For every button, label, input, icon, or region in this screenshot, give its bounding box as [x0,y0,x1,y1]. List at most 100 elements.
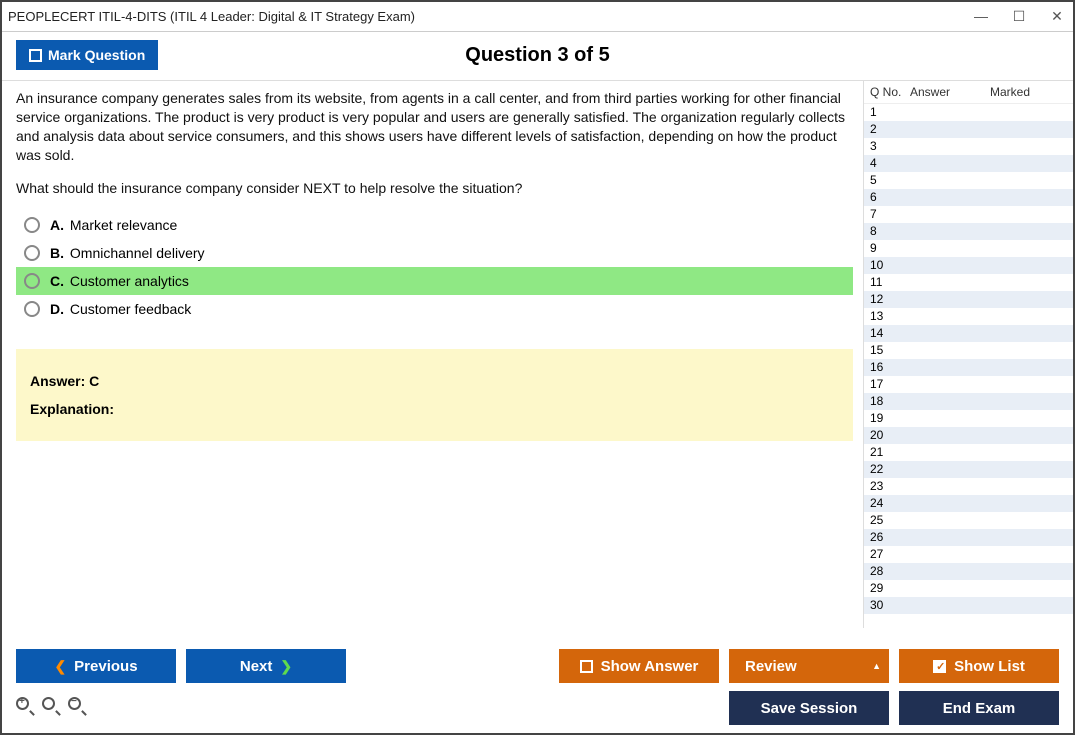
list-row[interactable]: 23 [864,478,1073,495]
list-row[interactable]: 28 [864,563,1073,580]
list-row-qno: 7 [870,206,910,223]
review-label: Review [745,658,797,675]
list-row[interactable]: 10 [864,257,1073,274]
list-row[interactable]: 7 [864,206,1073,223]
list-row-marked [990,240,1067,257]
list-row[interactable]: 14 [864,325,1073,342]
answer-box: Answer: C Explanation: [16,349,853,441]
list-row[interactable]: 6 [864,189,1073,206]
maximize-icon[interactable]: ☐ [1009,8,1029,25]
list-row-qno: 21 [870,444,910,461]
list-row-qno: 28 [870,563,910,580]
list-row[interactable]: 15 [864,342,1073,359]
list-row-answer [910,563,990,580]
list-row-marked [990,359,1067,376]
list-row[interactable]: 20 [864,427,1073,444]
list-row[interactable]: 30 [864,597,1073,614]
list-row[interactable]: 16 [864,359,1073,376]
list-row-answer [910,529,990,546]
question-pane: An insurance company generates sales fro… [2,81,863,628]
option-a[interactable]: A. Market relevance [16,211,853,239]
list-row-marked [990,393,1067,410]
list-row-answer [910,325,990,342]
option-d[interactable]: D. Customer feedback [16,295,853,323]
list-row[interactable]: 22 [864,461,1073,478]
list-row[interactable]: 21 [864,444,1073,461]
zoom-out-icon[interactable]: − [68,697,86,720]
list-row-answer [910,257,990,274]
list-row[interactable]: 1 [864,104,1073,121]
zoom-reset-icon[interactable] [42,697,60,720]
list-row[interactable]: 26 [864,529,1073,546]
list-row-answer [910,308,990,325]
list-row[interactable]: 13 [864,308,1073,325]
question-list-pane: Q No. Answer Marked 12345678910111213141… [863,81,1073,628]
list-row[interactable]: 25 [864,512,1073,529]
list-row-answer [910,393,990,410]
list-row-qno: 18 [870,393,910,410]
list-row-qno: 25 [870,512,910,529]
list-row[interactable]: 18 [864,393,1073,410]
save-session-label: Save Session [761,700,858,717]
save-session-button[interactable]: Save Session [729,691,889,725]
previous-button[interactable]: ❮ Previous [16,649,176,683]
list-row-answer [910,546,990,563]
list-row[interactable]: 2 [864,121,1073,138]
list-row-marked [990,104,1067,121]
show-list-button[interactable]: Show List [899,649,1059,683]
list-row-answer [910,427,990,444]
review-button[interactable]: Review ▲ [729,649,889,683]
list-row[interactable]: 27 [864,546,1073,563]
show-answer-label: Show Answer [601,658,699,675]
list-row-answer [910,104,990,121]
list-row[interactable]: 17 [864,376,1073,393]
list-row-qno: 11 [870,274,910,291]
list-row[interactable]: 5 [864,172,1073,189]
list-row-qno: 24 [870,495,910,512]
list-row-marked [990,138,1067,155]
list-row-qno: 2 [870,121,910,138]
mark-question-button[interactable]: Mark Question [16,40,158,70]
list-row-qno: 19 [870,410,910,427]
list-row-marked [990,410,1067,427]
list-row[interactable]: 19 [864,410,1073,427]
list-row-marked [990,121,1067,138]
list-row[interactable]: 3 [864,138,1073,155]
checkbox-icon [29,49,42,62]
minimize-icon[interactable]: — [971,8,991,25]
show-answer-button[interactable]: Show Answer [559,649,719,683]
list-row-qno: 3 [870,138,910,155]
next-button[interactable]: Next ❯ [186,649,346,683]
list-body[interactable]: 1234567891011121314151617181920212223242… [864,104,1073,628]
close-icon[interactable]: ✕ [1047,8,1067,25]
list-row-qno: 26 [870,529,910,546]
list-row-answer [910,121,990,138]
list-row[interactable]: 9 [864,240,1073,257]
list-row-answer [910,342,990,359]
zoom-in-icon[interactable]: + [16,697,34,720]
radio-icon [24,301,40,317]
option-b[interactable]: B. Omnichannel delivery [16,239,853,267]
list-row[interactable]: 12 [864,291,1073,308]
window-title: PEOPLECERT ITIL-4-DITS (ITIL 4 Leader: D… [8,9,971,24]
option-c[interactable]: C. Customer analytics [16,267,853,295]
list-row[interactable]: 8 [864,223,1073,240]
list-row-answer [910,461,990,478]
question-text: An insurance company generates sales fro… [16,89,853,197]
end-exam-button[interactable]: End Exam [899,691,1059,725]
list-row-qno: 13 [870,308,910,325]
list-row-answer [910,580,990,597]
mark-question-label: Mark Question [48,47,145,63]
list-row-marked [990,172,1067,189]
list-row-answer [910,512,990,529]
col-marked: Marked [990,85,1067,99]
option-b-label: B. Omnichannel delivery [50,245,205,261]
list-row-answer [910,138,990,155]
list-row[interactable]: 29 [864,580,1073,597]
list-row-qno: 12 [870,291,910,308]
list-row[interactable]: 24 [864,495,1073,512]
list-row[interactable]: 4 [864,155,1073,172]
list-row[interactable]: 11 [864,274,1073,291]
list-row-answer [910,597,990,614]
list-row-answer [910,291,990,308]
